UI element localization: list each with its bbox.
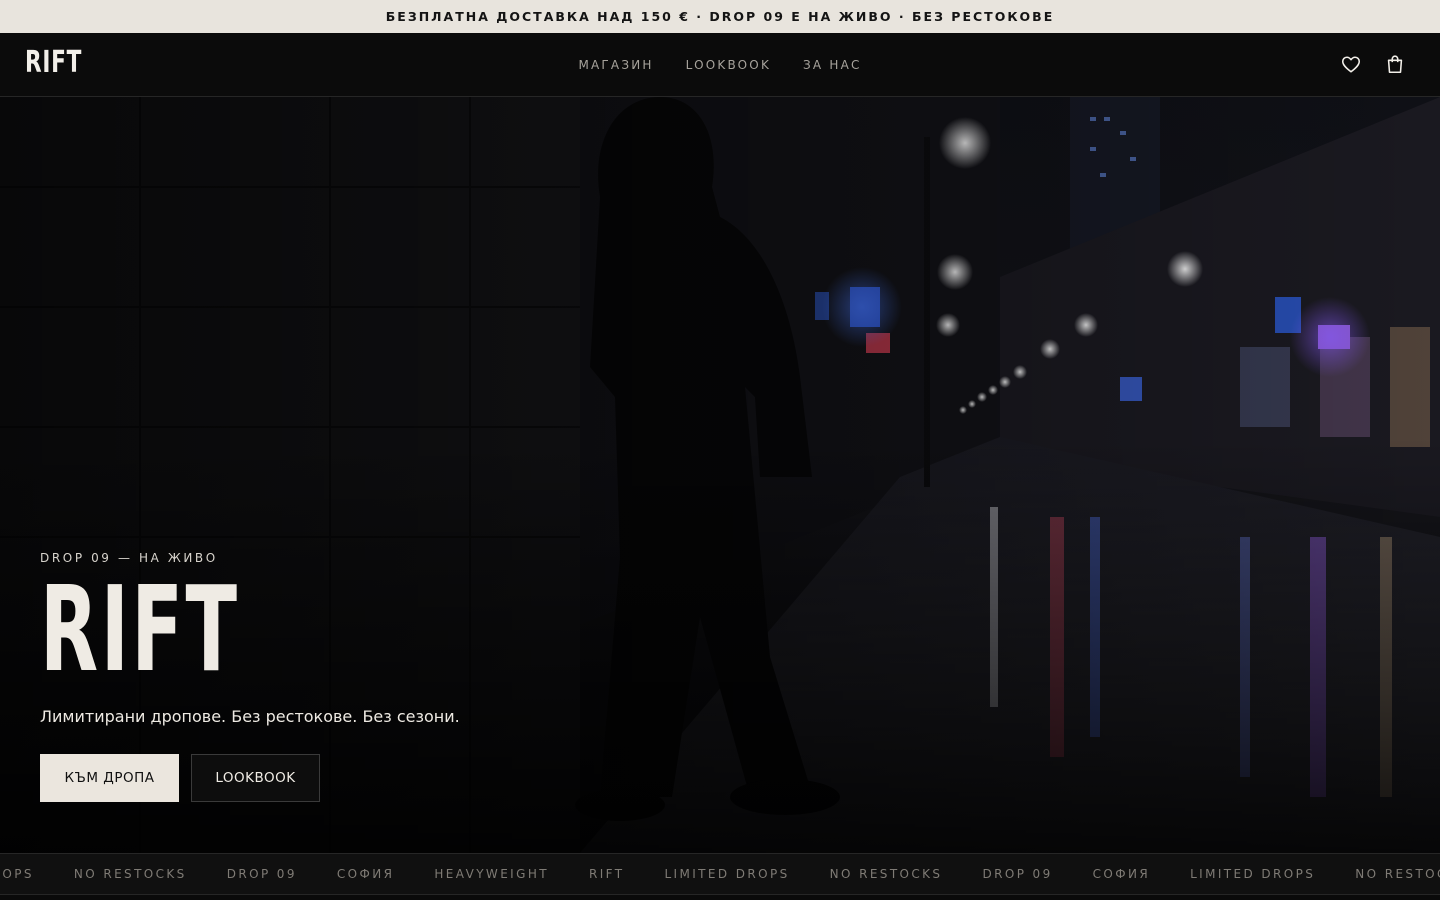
shopping-bag-icon[interactable] xyxy=(1384,53,1406,75)
main-navigation: RIFT МАГАЗИН LOOKBOOK ЗА НАС xyxy=(0,33,1440,97)
marquee-item: DROPS xyxy=(0,867,34,881)
marquee-item: NO RESTOCKS xyxy=(829,867,943,881)
lookbook-button[interactable]: LOOKBOOK xyxy=(191,754,320,802)
marquee-item: RIFT xyxy=(588,867,625,881)
marquee-item: LIMITED DROPS xyxy=(664,867,790,881)
marquee-item: NO RESTOCKS xyxy=(73,867,187,881)
marquee-item: NO RESTOCKS xyxy=(1355,867,1440,881)
hero-title: RIFT xyxy=(40,560,240,698)
nav-item-about[interactable]: ЗА НАС xyxy=(803,58,862,72)
nav-menu: МАГАЗИН LOOKBOOK ЗА НАС xyxy=(0,33,1440,97)
brand-logo[interactable]: RIFT xyxy=(25,45,82,80)
marquee-item: СОФИЯ xyxy=(1092,867,1151,881)
hero-section: DROP 09 — НА ЖИВО RIFT Лимитирани дропов… xyxy=(0,97,1440,853)
heart-icon[interactable] xyxy=(1340,53,1362,75)
marquee-item: DROP 09 xyxy=(226,867,297,881)
marquee-item: HEAVYWEIGHT xyxy=(434,867,549,881)
marquee-item: СОФИЯ xyxy=(336,867,395,881)
nav-item-lookbook[interactable]: LOOKBOOK xyxy=(686,58,771,72)
marquee-strip: DROPS NO RESTOCKS DROP 09 СОФИЯ HEAVYWEI… xyxy=(0,853,1440,895)
announcement-bar: БЕЗПЛАТНА ДОСТАВКА НАД 150 € · DROP 09 Е… xyxy=(0,0,1440,33)
marquee-item: LIMITED DROPS xyxy=(1190,867,1316,881)
nav-item-shop[interactable]: МАГАЗИН xyxy=(578,58,653,72)
nav-actions xyxy=(1340,53,1406,75)
hero-tagline: Лимитирани дропове. Без рестокове. Без с… xyxy=(40,707,460,726)
marquee-track: DROPS NO RESTOCKS DROP 09 СОФИЯ HEAVYWEI… xyxy=(0,854,1440,894)
hero-content: DROP 09 — НА ЖИВО RIFT Лимитирани дропов… xyxy=(40,551,460,802)
shop-drop-button[interactable]: КЪМ ДРОПА xyxy=(40,754,179,802)
hero-cta-group: КЪМ ДРОПА LOOKBOOK xyxy=(40,754,460,802)
marquee-item: DROP 09 xyxy=(982,867,1053,881)
